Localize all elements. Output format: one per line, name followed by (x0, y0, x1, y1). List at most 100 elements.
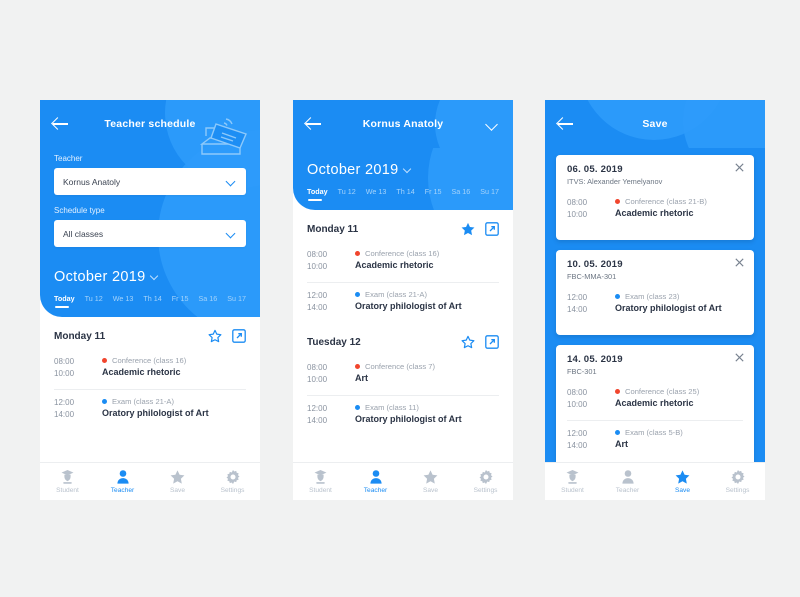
nav-item-teacher[interactable]: Teacher (95, 470, 150, 494)
screen-saved: Save 06. 05. 2019 ITVS: Alexander Yemely… (545, 100, 765, 500)
gear-icon (731, 470, 745, 485)
screen1-blue-header: Teacher schedule Teacher Kornus Anatoly (40, 100, 260, 317)
nav-item-teacher[interactable]: Teacher (600, 470, 655, 494)
gear-icon (479, 470, 493, 485)
event-end-time: 10:00 (567, 400, 588, 409)
nav-item-settings[interactable]: Settings (710, 470, 765, 494)
saved-card[interactable]: 14. 05. 2019 FBC-301 08:00 10:00 Confere… (556, 345, 754, 471)
day-chip[interactable]: Sa 16 (198, 294, 217, 303)
event-end-time: 14:00 (567, 441, 588, 450)
event-end-time: 10:00 (54, 369, 75, 378)
nav-item-student[interactable]: Student (545, 470, 600, 494)
day-chip[interactable]: Su 17 (227, 294, 246, 303)
nav-item-save[interactable]: Save (150, 470, 205, 494)
teacher-select[interactable]: Kornus Anatoly (54, 168, 246, 195)
nav-item-label: Save (422, 486, 439, 494)
nav-item-settings[interactable]: Settings (205, 470, 260, 494)
close-icon[interactable] (735, 258, 745, 268)
teacher-select-value: Kornus Anatoly (63, 176, 121, 187)
event-name: Academic rhetoric (615, 398, 694, 408)
star-icon[interactable] (461, 335, 475, 349)
nav-item-student[interactable]: Student (293, 470, 348, 494)
day-chip[interactable]: Sa 16 (451, 187, 470, 196)
saved-card-date: 10. 05. 2019 (567, 259, 623, 270)
schedule-event[interactable]: 08:00 10:00 Conference (class 16) Academ… (307, 242, 499, 282)
event-start-time: 12:00 (54, 398, 75, 407)
back-arrow-icon[interactable] (305, 115, 323, 133)
day-chip[interactable]: We 13 (366, 187, 387, 196)
share-icon[interactable] (485, 222, 499, 236)
schedule-event[interactable]: 08:00 10:00 Conference (class 16) Academ… (54, 349, 246, 389)
share-icon[interactable] (485, 335, 499, 349)
event-end-time: 14:00 (567, 305, 588, 314)
screen1-calendar: October 2019 Today Tu 12 We 13 Th 14 Fr 15 Sa… (40, 262, 260, 317)
screen1-form: Teacher Kornus Anatoly Schedule type All… (40, 148, 260, 262)
star-icon[interactable] (208, 329, 222, 343)
event-body: Exam (class 5-B) Art (613, 428, 743, 452)
schedule-event[interactable]: 08:00 10:00 Conference (class 21-B) Acad… (567, 190, 743, 230)
day-chip[interactable]: Th 14 (396, 187, 414, 196)
event-body: Conference (class 7) Art (353, 362, 499, 386)
event-type-row: Exam (class 23) (615, 292, 743, 301)
nav-item-settings[interactable]: Settings (458, 470, 513, 494)
saved-card-events: 12:00 14:00 Exam (class 23) Oratory phil… (567, 285, 743, 325)
saved-card[interactable]: 10. 05. 2019 FBC-MMA-301 12:00 14:00 Exa… (556, 250, 754, 335)
event-end-time: 14:00 (54, 410, 75, 419)
saved-card[interactable]: 06. 05. 2019 ITVS: Alexander Yemelyanov … (556, 155, 754, 240)
day-chip[interactable]: We 13 (113, 294, 134, 303)
chevron-down-icon[interactable] (483, 115, 501, 133)
event-type-label: Conference (class 21-B) (625, 197, 707, 206)
back-arrow-icon[interactable] (557, 115, 575, 133)
screens-stage: Teacher schedule Teacher Kornus Anatoly (0, 0, 800, 597)
share-icon[interactable] (232, 329, 246, 343)
schedule-event[interactable]: 12:00 14:00 Exam (class 21-A) Oratory ph… (54, 389, 246, 430)
month-selector[interactable]: October 2019 (307, 162, 499, 178)
day-chip[interactable]: Today (307, 187, 328, 201)
event-type-row: Conference (class 25) (615, 387, 743, 396)
close-icon[interactable] (735, 353, 745, 363)
nav-item-label: Student (56, 486, 79, 494)
card-reader-illustration (199, 118, 247, 155)
event-name: Oratory philologist of Art (615, 303, 722, 313)
close-icon[interactable] (735, 163, 745, 173)
bottom-nav: Student Teacher Save Settings (40, 462, 260, 500)
month-selector[interactable]: October 2019 (54, 269, 246, 285)
event-start-time: 08:00 (567, 388, 588, 397)
saved-card-date: 14. 05. 2019 (567, 354, 623, 365)
day-chip[interactable]: Today (54, 294, 75, 308)
schedule-event[interactable]: 12:00 14:00 Exam (class 23) Oratory phil… (567, 285, 743, 325)
nav-item-label: Teacher (363, 486, 388, 494)
nav-item-student[interactable]: Student (40, 470, 95, 494)
nav-item-save[interactable]: Save (403, 470, 458, 494)
schedule-event[interactable]: 08:00 10:00 Conference (class 7) Art (307, 355, 499, 395)
schedule-day-group: Tuesday 12 08:00 10:00 Conference (class… (307, 323, 499, 436)
screen2-calendar-band: October 2019 Today Tu 12 We 13 Th 14 Fr 15 Sa… (293, 148, 513, 210)
schedule-type-select[interactable]: All classes (54, 220, 246, 247)
schedule-event[interactable]: 12:00 14:00 Exam (class 11) Oratory phil… (307, 395, 499, 436)
schedule-event[interactable]: 08:00 10:00 Conference (class 25) Academ… (567, 380, 743, 420)
day-chip[interactable]: Su 17 (480, 187, 499, 196)
day-chip[interactable]: Tu 12 (85, 294, 103, 303)
star-icon[interactable] (461, 222, 475, 236)
schedule-event[interactable]: 12:00 14:00 Exam (class 5-B) Art (567, 420, 743, 461)
nav-item-save[interactable]: Save (655, 470, 710, 494)
event-type-label: Exam (class 5-B) (625, 428, 683, 437)
day-chip[interactable]: Tu 12 (338, 187, 356, 196)
day-chip[interactable]: Fr 15 (425, 187, 442, 196)
event-type-row: Conference (class 16) (102, 356, 246, 365)
nav-item-label: Student (561, 486, 584, 494)
event-type-label: Exam (class 21-A) (112, 397, 175, 406)
event-body: Conference (class 25) Academic rhetoric (613, 387, 743, 411)
event-type-row: Exam (class 21-A) (102, 397, 246, 406)
chevron-down-icon (404, 166, 413, 175)
chevron-down-icon (227, 229, 237, 239)
event-end-time: 14:00 (307, 416, 328, 425)
nav-item-teacher[interactable]: Teacher (348, 470, 403, 494)
day-chip[interactable]: Fr 15 (172, 294, 189, 303)
event-type-label: Exam (class 11) (365, 403, 419, 412)
back-arrow-icon[interactable] (52, 115, 70, 133)
star-icon (423, 470, 438, 485)
day-chip[interactable]: Th 14 (143, 294, 161, 303)
teacher-icon (369, 470, 382, 485)
schedule-event[interactable]: 12:00 14:00 Exam (class 21-A) Oratory ph… (307, 282, 499, 323)
